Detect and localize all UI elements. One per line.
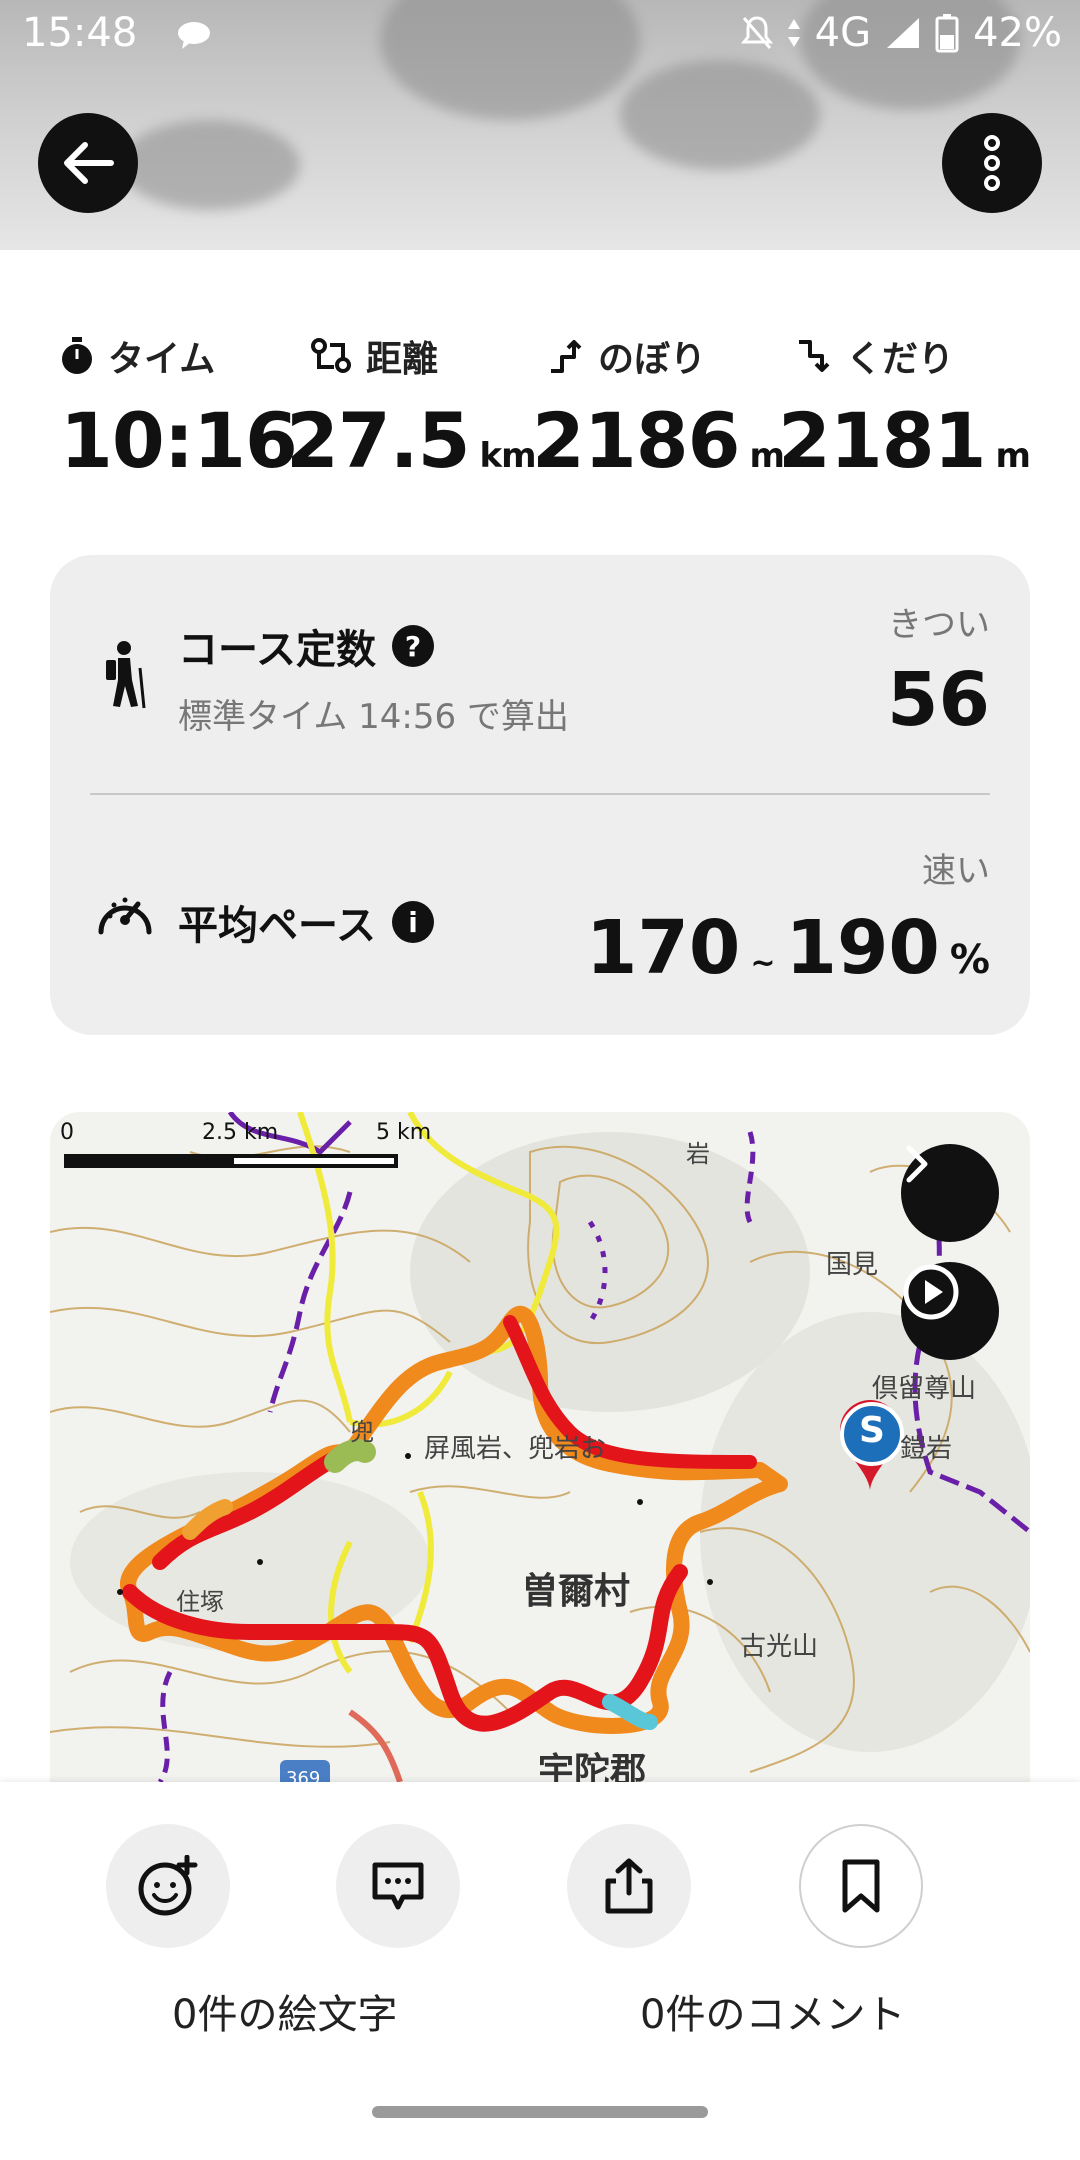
map-expand-button[interactable] [901, 1144, 999, 1242]
pace-tag: 速い [922, 851, 990, 891]
difficulty-tag: きつい [888, 605, 990, 645]
map-label-kunimi: 国見 [826, 1250, 879, 1280]
more-vertical-icon [984, 135, 1000, 191]
map-label-iwa: 岩 [686, 1140, 710, 1168]
share-icon [605, 1858, 653, 1914]
home-indicator[interactable] [372, 2106, 708, 2118]
info-icon[interactable]: i [392, 901, 434, 943]
stat-label-distance: 距離 [310, 330, 548, 382]
road-number: 369 [286, 1768, 321, 1782]
stat-value-descent: 2181 m [778, 396, 1031, 485]
status-bar: 15:48 4G 42% [0, 0, 1080, 72]
scale-label-max: 5 km [376, 1120, 432, 1145]
stat-value-time: 10:16 [60, 396, 298, 485]
route-icon [311, 338, 351, 373]
comment-icon [372, 1862, 424, 1910]
map-label-peaks: 屏風岩、兜岩お [424, 1434, 607, 1464]
help-icon[interactable]: ? [392, 625, 434, 667]
hiker-icon [106, 641, 146, 709]
bookmark-icon [842, 1859, 880, 1913]
stat-label-descent: くだり [796, 330, 1016, 382]
status-indicators: 4G 42% [740, 10, 1062, 56]
comment-button[interactable] [336, 1824, 460, 1948]
play-circle-icon [903, 1264, 959, 1320]
map-label-kabuto: 兜 [350, 1418, 374, 1446]
card-divider [90, 793, 990, 795]
stat-label-time: タイム [60, 330, 310, 382]
map-label-kosen: 古光山 [740, 1632, 819, 1662]
comment-count[interactable]: 0件のコメント [640, 1982, 905, 2040]
ascent-icon [551, 340, 582, 373]
stat-value-distance: 27.5 km [286, 396, 537, 485]
scale-label-mid: 2.5 km [202, 1120, 279, 1145]
map-label-kuruso: 倶留尊山 [872, 1374, 977, 1404]
stat-labels: タイム 距離 のぼり くだり [60, 330, 1040, 382]
map-label-district: 宇陀郡 [538, 1751, 647, 1782]
bookmark-button[interactable] [799, 1824, 923, 1948]
descent-icon [799, 340, 830, 372]
bell-off-icon [740, 16, 773, 49]
course-standard-time: 標準タイム 14:56 で算出 [178, 697, 569, 737]
message-icon [178, 22, 210, 49]
network-type: 4G [814, 10, 872, 56]
route-map[interactable]: 0 2.5 km 5 km 曽爾村 宇陀郡 屏風岩、兜岩お 鎧岩 古光山 倶留尊… [50, 1112, 1030, 1782]
stat-label-ascent: のぼり [548, 330, 796, 382]
map-label-peak-suffix: 鎧岩 [900, 1434, 953, 1464]
course-constant-value: 56 [887, 657, 990, 743]
arrow-left-icon [64, 142, 114, 184]
pace-range: 170 ~190% [585, 905, 990, 991]
start-marker-label: S [859, 1410, 885, 1451]
average-pace-title: 平均ペース i [178, 893, 434, 951]
add-emoji-button[interactable] [106, 1824, 230, 1948]
course-summary-card: コース定数 ? 標準タイム 14:56 で算出 きつい 56 平均ペース i 速… [50, 555, 1030, 1035]
stopwatch-icon [62, 337, 92, 374]
emoji-add-icon [138, 1855, 198, 1916]
share-button[interactable] [567, 1824, 691, 1948]
back-button[interactable] [38, 113, 138, 213]
bottom-action-bar: 0件の絵文字 0件のコメント [0, 1782, 1080, 2160]
more-menu-button[interactable] [942, 113, 1042, 213]
course-constant-title: コース定数 ? [178, 617, 434, 675]
scale-label-zero: 0 [60, 1120, 74, 1145]
map-label-village: 曽爾村 [522, 1571, 631, 1612]
chevron-right-icon [906, 1145, 928, 1183]
status-time: 15:48 [22, 10, 138, 56]
battery-percent: 42% [973, 10, 1062, 56]
data-arrows-icon [787, 19, 800, 47]
map-label-sumitsuka: 住塚 [176, 1588, 224, 1616]
stat-value-ascent: 2186 m [532, 396, 785, 485]
activity-stats: タイム 距離 のぼり くだり 10:16 27.5 km 2186 m 2181… [60, 330, 1040, 485]
signal-icon [887, 18, 920, 48]
map-play-button[interactable] [901, 1262, 999, 1360]
speedometer-icon [98, 897, 152, 935]
emoji-count[interactable]: 0件の絵文字 [172, 1982, 397, 2040]
stat-values: 10:16 27.5 km 2186 m 2181 m [60, 396, 1040, 485]
battery-icon [935, 14, 959, 53]
